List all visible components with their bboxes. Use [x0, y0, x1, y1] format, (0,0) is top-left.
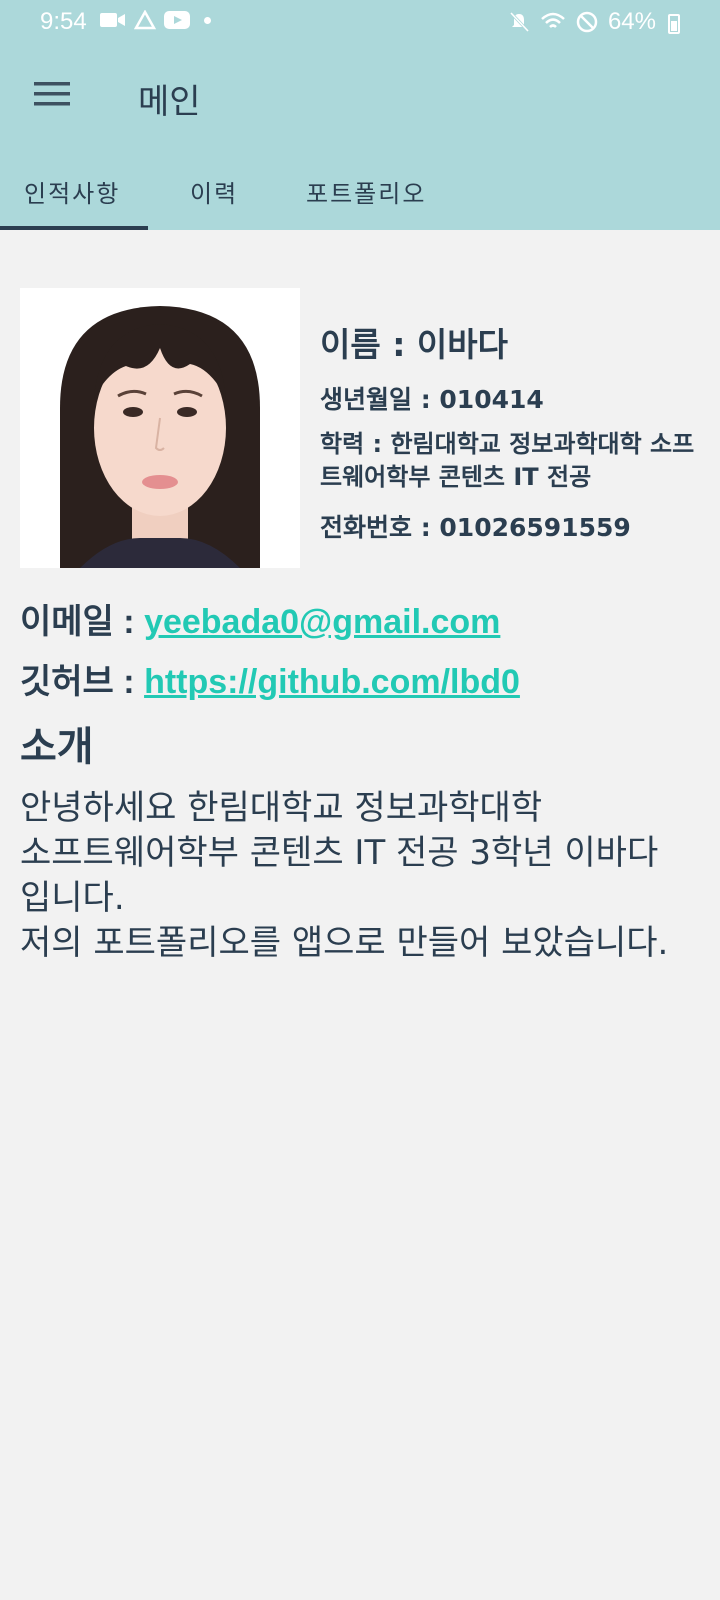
- tab-portfolio[interactable]: 포트폴리오: [306, 174, 426, 209]
- battery-icon: [668, 14, 680, 34]
- email-link[interactable]: yeebada0@gmail.com: [144, 603, 500, 641]
- profile-education: 학력 : 한림대학교 정보과학대학 소프트웨어학부 콘텐츠 IT 전공: [320, 430, 695, 491]
- status-bar: 9:54 64%: [0, 0, 720, 46]
- tab-indicator: [0, 226, 148, 230]
- intro-title: 소개: [20, 724, 94, 770]
- wifi-icon: [541, 12, 565, 28]
- status-icons-right: 64%: [508, 8, 670, 36]
- page-title: 메인: [138, 82, 201, 122]
- mute-icon: [509, 11, 530, 33]
- drive-icon: [134, 10, 156, 30]
- dot-icon: [204, 16, 211, 24]
- app-bar: 메인: [0, 46, 720, 146]
- youtube-icon: [164, 11, 190, 29]
- profile-birth: 생년월일 : 010414: [320, 385, 544, 414]
- github-row: 깃허브 : https://github.com/lbd0: [20, 654, 520, 703]
- status-icons-left: [100, 10, 211, 30]
- email-row: 이메일 : yeebada0@gmail.com: [20, 594, 500, 643]
- hamburger-menu-icon: [34, 82, 70, 106]
- dnd-icon: [576, 11, 598, 33]
- profile-portrait-image: [20, 288, 300, 568]
- menu-button[interactable]: [28, 70, 78, 120]
- github-label: 깃허브 :: [20, 663, 145, 701]
- profile-phone: 전화번호 : 01026591559: [320, 513, 631, 542]
- video-icon: [100, 13, 125, 27]
- profile-name: 이름 : 이바다: [320, 325, 508, 364]
- status-time: 9:54: [40, 8, 87, 35]
- github-link[interactable]: https://github.com/lbd0: [144, 663, 520, 701]
- profile-photo: [20, 288, 300, 568]
- email-label: 이메일 :: [20, 603, 145, 641]
- tab-history[interactable]: 이력: [190, 174, 238, 209]
- tab-personal-info[interactable]: 인적사항: [24, 174, 120, 209]
- tab-bar: 인적사항 이력 포트폴리오: [0, 146, 720, 230]
- battery-percent: 64%: [607, 8, 656, 35]
- intro-text: 안녕하세요 한림대학교 정보과학대학 소프트웨어학부 콘텐츠 IT 전공 3학년…: [20, 788, 669, 963]
